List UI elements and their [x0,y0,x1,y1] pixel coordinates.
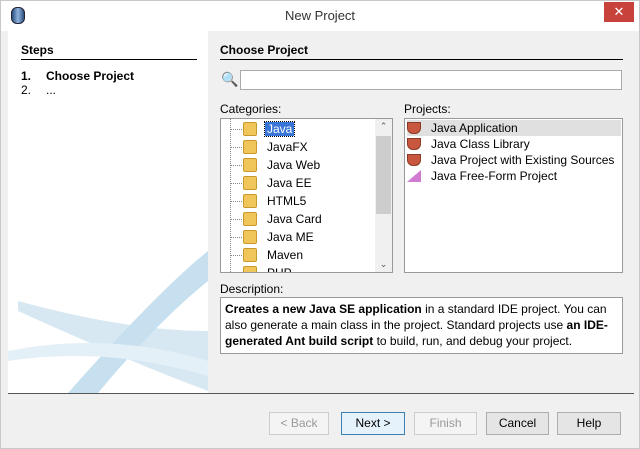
project-label: Java Class Library [431,137,530,151]
java-cup-icon [407,138,421,150]
cancel-button[interactable]: Cancel [486,412,549,435]
categories-scrollbar[interactable]: ⌃ ⌄ [375,119,392,272]
project-item[interactable]: Java Class Library [407,136,621,152]
category-item[interactable]: Java ME [241,228,316,246]
category-label: JavaFX [267,140,308,154]
description-label: Description: [220,282,284,296]
category-item[interactable]: Maven [241,246,305,264]
folder-icon [243,140,257,154]
next-button[interactable]: Next > [341,412,405,435]
projects-list[interactable]: Java Application Java Class Library Java P… [404,118,623,273]
category-label: Java Web [267,158,321,172]
project-item[interactable]: Java Project with Existing Sources [407,152,621,168]
category-item[interactable]: PHP [241,264,294,273]
category-item[interactable]: Java EE [241,174,314,192]
category-item[interactable]: JavaFX [241,138,310,156]
categories-tree[interactable]: Java JavaFX Java Web Java EE HTML5 Java Card J… [220,118,393,273]
panel-heading: Choose Project [220,43,623,60]
folder-icon [243,248,257,262]
steps-heading: Steps [21,43,197,60]
category-item[interactable]: Java Web [241,156,322,174]
folder-icon [243,194,257,208]
category-label: Java Card [267,212,322,226]
title-bar: New Project ✕ [1,1,639,31]
java-cup-icon [407,122,421,134]
back-button[interactable]: < Back [269,412,329,435]
window-title: New Project [284,8,356,23]
folder-icon [243,158,257,172]
folder-icon [243,266,257,272]
category-item[interactable]: HTML5 [241,192,308,210]
project-item[interactable]: Java Free-Form Project [407,168,621,184]
help-button[interactable]: Help [557,412,621,435]
category-item[interactable]: Java Card [241,210,324,228]
projects-label: Projects: [404,102,451,116]
project-label: Java Project with Existing Sources [431,153,615,167]
close-button[interactable]: ✕ [604,2,634,22]
finish-button[interactable]: Finish [414,412,477,435]
category-item[interactable]: Java [241,120,296,138]
scrollbar-thumb[interactable] [376,136,391,214]
category-label: HTML5 [267,194,307,208]
search-input[interactable] [240,70,622,90]
folder-icon [243,122,257,136]
description-segment: to build, run, and debug your project. [373,334,573,348]
step-2: 2.... [21,83,56,97]
project-item[interactable]: Java Application [407,120,621,136]
step-label: Choose Project [46,69,135,83]
project-label: Java Free-Form Project [431,169,558,183]
step-label: ... [46,83,57,97]
category-label: Java [263,121,296,137]
java-cup-icon [407,154,421,166]
scroll-up-icon[interactable]: ⌃ [375,121,392,132]
description-text: Creates a new Java SE application in a s… [220,297,623,354]
choose-project-panel: Choose Project 🔍 Categories: Projects: J… [208,31,634,393]
category-label: Maven [267,248,304,262]
new-project-dialog: New Project ✕ Steps 1. Choose Project 2..… [0,0,640,449]
categories-label: Categories: [220,102,282,116]
search-icon: 🔍 [221,71,239,87]
step-number: 2. [21,83,32,97]
description-bold-segment: Creates a new Java SE application [225,302,422,316]
free-form-project-icon [407,170,421,182]
project-label: Java Application [431,121,518,135]
category-label: Java EE [267,176,312,190]
folder-icon [243,212,257,226]
tree-line [230,119,231,272]
category-label: PHP [267,266,292,273]
step-1: 1. Choose Project [21,69,134,83]
scroll-down-icon[interactable]: ⌄ [375,259,392,270]
category-label: Java ME [267,230,314,244]
separator [8,393,634,394]
step-number: 1. [21,69,32,83]
folder-icon [243,230,257,244]
steps-panel: Steps 1. Choose Project 2.... [8,31,208,393]
folder-icon [243,176,257,190]
